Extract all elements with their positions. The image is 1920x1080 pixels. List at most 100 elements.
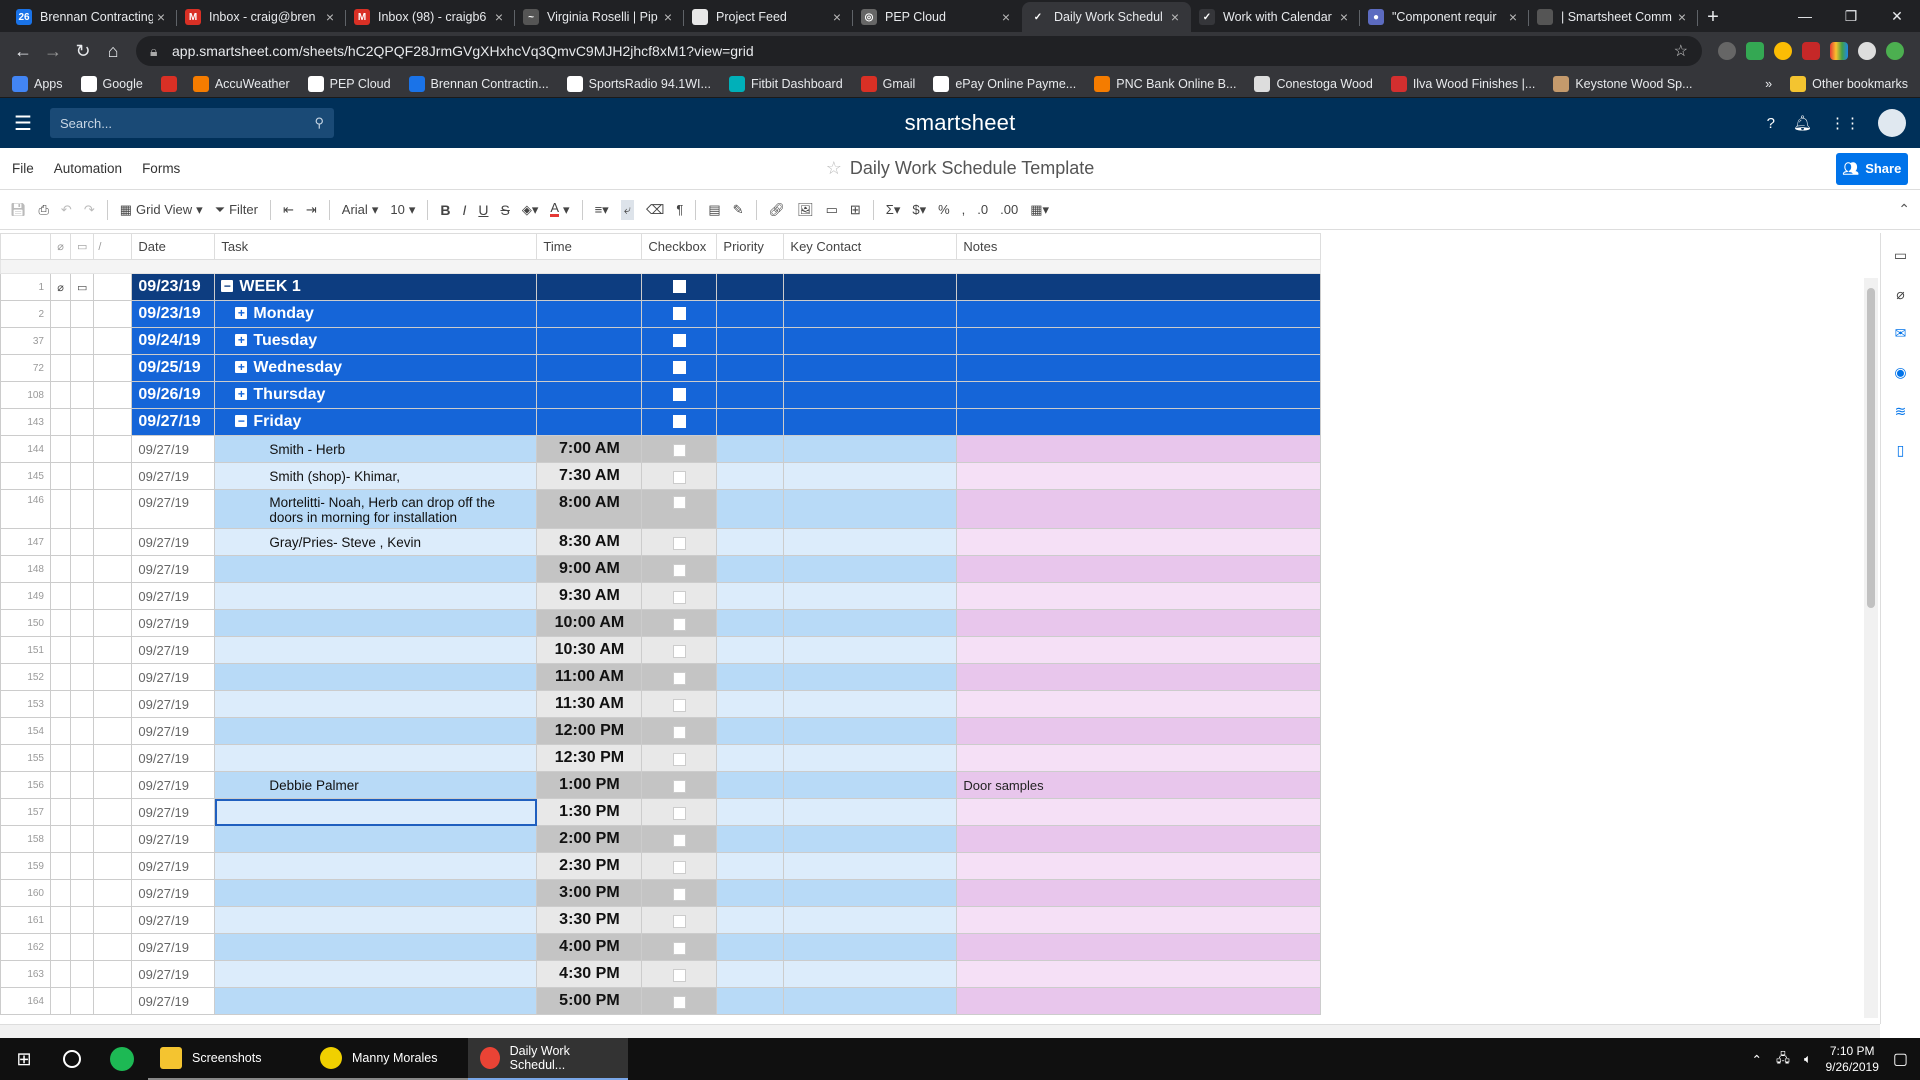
time-cell[interactable] [536,273,643,301]
task-cell[interactable] [214,690,538,718]
time-cell[interactable]: 1:30 PM [536,798,643,826]
row-action-cell[interactable] [93,717,133,745]
date-cell[interactable]: 09/27/19 [131,717,216,745]
date-cell[interactable]: 09/27/19 [131,879,216,907]
forward-icon[interactable]: → [38,36,68,66]
priority-cell[interactable] [716,555,785,583]
checkbox-cell[interactable] [641,852,718,880]
time-cell[interactable]: 2:30 PM [536,852,643,880]
redo-icon[interactable]: ↷ [84,202,95,218]
notes-cell[interactable] [956,462,1322,490]
day-parent-row[interactable]: 37 09/24/19 + Tuesday [0,327,1322,355]
row-action-cell[interactable] [93,528,133,556]
priority-cell[interactable] [716,381,785,409]
indent-icon[interactable]: ⇥ [306,202,317,218]
comment-cell[interactable] [69,528,95,556]
activity-log-icon[interactable]: ≋ [1895,403,1907,420]
task-cell[interactable] [214,879,538,907]
comment-cell[interactable] [69,960,95,988]
tab-close-icon[interactable]: × [1505,9,1521,25]
taskbar-app[interactable]: Daily Work Schedul... [468,1038,628,1080]
restore-icon[interactable]: ❐ [1828,0,1874,32]
checkbox[interactable] [672,914,686,928]
time-cell[interactable]: 5:00 PM [536,987,643,1015]
save-icon[interactable]: 💾︎ [10,202,27,218]
notes-cell[interactable] [956,690,1322,718]
notes-cell[interactable] [956,354,1322,382]
notes-cell[interactable] [956,273,1322,301]
browser-tab[interactable]: M Inbox (98) - craigb6 × [346,2,515,32]
key-contact-cell[interactable] [783,636,958,664]
notifications-bell-icon[interactable]: 🔔︎ [1793,114,1812,132]
row-action-cell[interactable] [93,771,133,799]
key-contact-cell[interactable] [783,435,958,463]
key-contact-cell[interactable] [783,852,958,880]
comment-cell[interactable] [69,435,95,463]
row-action-cell[interactable] [93,408,133,436]
comment-cell[interactable] [69,663,95,691]
date-cell[interactable]: 09/27/19 [131,582,216,610]
priority-cell[interactable] [716,528,785,556]
time-cell[interactable]: 4:30 PM [536,960,643,988]
attachment-cell[interactable] [50,489,71,529]
notes-cell[interactable] [956,555,1322,583]
clear-format-icon[interactable]: ⌫ [646,202,664,218]
attachment-cell[interactable] [50,933,71,961]
expand-row-icon[interactable]: + [235,307,248,319]
date-cell[interactable]: 09/27/19 [131,555,216,583]
notes-cell[interactable] [956,381,1322,409]
checkbox-cell[interactable] [641,582,718,610]
expand-row-icon[interactable]: + [235,388,248,400]
tab-close-icon[interactable]: × [1167,9,1183,25]
task-cell[interactable] [214,987,538,1015]
row-number[interactable]: 145 [0,462,51,490]
checkbox[interactable] [672,968,686,982]
checkbox-cell[interactable] [641,528,718,556]
row-number[interactable]: 146 [0,489,51,529]
row-action-cell[interactable] [93,555,133,583]
notes-cell[interactable] [956,933,1322,961]
row-number[interactable]: 161 [0,906,51,934]
time-slot-row[interactable]: 159 09/27/19 2:30 PM [0,852,1322,880]
checkbox-cell[interactable] [641,663,718,691]
checkbox[interactable] [672,388,686,402]
bookmark-item[interactable]: AccuWeather [192,75,290,92]
attachment-cell[interactable] [50,906,71,934]
browser-tab[interactable]: ● "Component requir × [1360,2,1529,32]
tab-close-icon[interactable]: × [998,9,1014,25]
expand-row-icon[interactable]: + [235,334,248,346]
comment-cell[interactable] [69,327,95,355]
date-cell[interactable]: 09/27/19 [131,771,216,799]
priority-cell[interactable] [716,771,785,799]
task-cell[interactable]: Gray/Pries- Steve , Kevin [214,528,538,556]
extension-icon[interactable] [1830,42,1848,60]
key-contact-cell[interactable] [783,798,958,826]
task-cell[interactable]: − Friday [214,408,538,436]
priority-cell[interactable] [716,354,785,382]
attachment-cell[interactable] [50,825,71,853]
attachment-cell[interactable] [50,381,71,409]
priority-cell[interactable] [716,690,785,718]
comment-cell[interactable] [69,771,95,799]
hyperlink-icon[interactable]: 🔗︎ [769,202,786,218]
task-cell[interactable] [214,555,538,583]
priority-cell[interactable] [716,879,785,907]
date-cell[interactable]: 09/27/19 [131,462,216,490]
hamburger-menu-icon[interactable]: ☰ [14,111,44,136]
row-number[interactable]: 148 [0,555,51,583]
task-cell[interactable] [214,933,538,961]
thousands-separator-icon[interactable]: , [962,202,966,217]
user-avatar[interactable] [1878,109,1906,137]
checkbox-cell[interactable] [641,906,718,934]
checkbox[interactable] [672,995,686,1009]
close-window-icon[interactable]: ✕ [1874,0,1920,32]
publish-icon[interactable]: ◉ [1894,364,1906,381]
attachment-cell[interactable] [50,555,71,583]
key-contact-cell[interactable] [783,273,958,301]
time-slot-row[interactable]: 157 09/27/19 1:30 PM [0,798,1322,826]
row-number[interactable]: 156 [0,771,51,799]
attachment-cell[interactable] [50,636,71,664]
time-slot-row[interactable]: 154 09/27/19 12:00 PM [0,717,1322,745]
time-cell[interactable]: 7:30 AM [536,462,643,490]
increase-decimal-icon[interactable]: .00 [1000,202,1018,217]
